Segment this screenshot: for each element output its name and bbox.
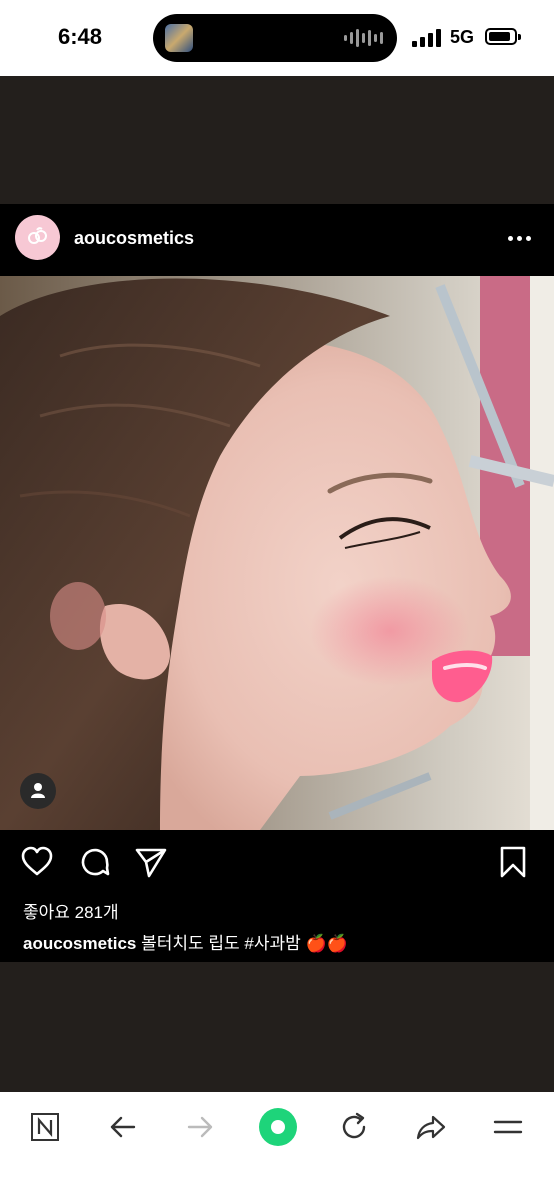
naver-home-button[interactable]: [27, 1109, 63, 1145]
post-actions: [0, 830, 554, 890]
reload-button[interactable]: [336, 1109, 372, 1145]
save-button[interactable]: [496, 845, 530, 879]
back-button[interactable]: [105, 1109, 141, 1145]
forward-arrow-icon: [187, 1116, 213, 1138]
green-dot-icon: [259, 1108, 297, 1146]
share-page-button[interactable]: [413, 1109, 449, 1145]
post-username[interactable]: aoucosmetics: [74, 228, 194, 249]
bookmark-icon: [500, 846, 526, 878]
profile-portrait-image: [0, 276, 554, 830]
menu-button[interactable]: [490, 1109, 526, 1145]
post-caption: aoucosmetics 볼터치도 립도 #사과밤 🍎🍎: [23, 929, 348, 954]
like-button[interactable]: [20, 845, 54, 879]
status-time: 6:48: [58, 24, 103, 49]
aou-logo-icon: [28, 227, 47, 244]
share-icon: [416, 1115, 446, 1140]
comment-bubble-icon: [81, 848, 110, 876]
network-type: 5G: [450, 27, 475, 47]
dynamic-island[interactable]: [153, 14, 397, 62]
likes-count[interactable]: 좋아요 281개: [23, 898, 119, 923]
paper-plane-icon: [135, 848, 167, 878]
back-arrow-icon: [110, 1116, 136, 1138]
caption-username[interactable]: aoucosmetics: [23, 934, 136, 953]
comment-button[interactable]: [78, 845, 112, 879]
caption-text: 볼터치도 립도 #사과밤 🍎🍎: [141, 934, 348, 953]
post-photo[interactable]: [0, 276, 554, 830]
person-tag-icon: [31, 783, 45, 798]
share-button[interactable]: [134, 845, 168, 879]
post-header: aoucosmetics: [0, 204, 554, 276]
tagged-people-button[interactable]: [20, 773, 56, 809]
avatar[interactable]: [15, 215, 60, 260]
menu-icon: [493, 1120, 523, 1134]
status-bar: 6:48 5G: [0, 0, 554, 76]
heart-icon: [21, 846, 53, 876]
more-options-icon[interactable]: [508, 226, 538, 250]
now-playing-thumbnail[interactable]: [165, 24, 193, 52]
green-dot-button[interactable]: [255, 1104, 301, 1150]
audio-wave-icon: [344, 28, 383, 48]
naver-n-icon: [31, 1113, 59, 1141]
reload-icon: [342, 1112, 366, 1139]
browser-toolbar: [0, 1092, 554, 1200]
battery-icon: [485, 28, 521, 45]
instagram-post-card: aoucosmetics 좋아요 281개 aoucosmetics 볼터치도 …: [0, 204, 554, 962]
cellular-signal-icon: [412, 29, 441, 47]
forward-button[interactable]: [182, 1109, 218, 1145]
